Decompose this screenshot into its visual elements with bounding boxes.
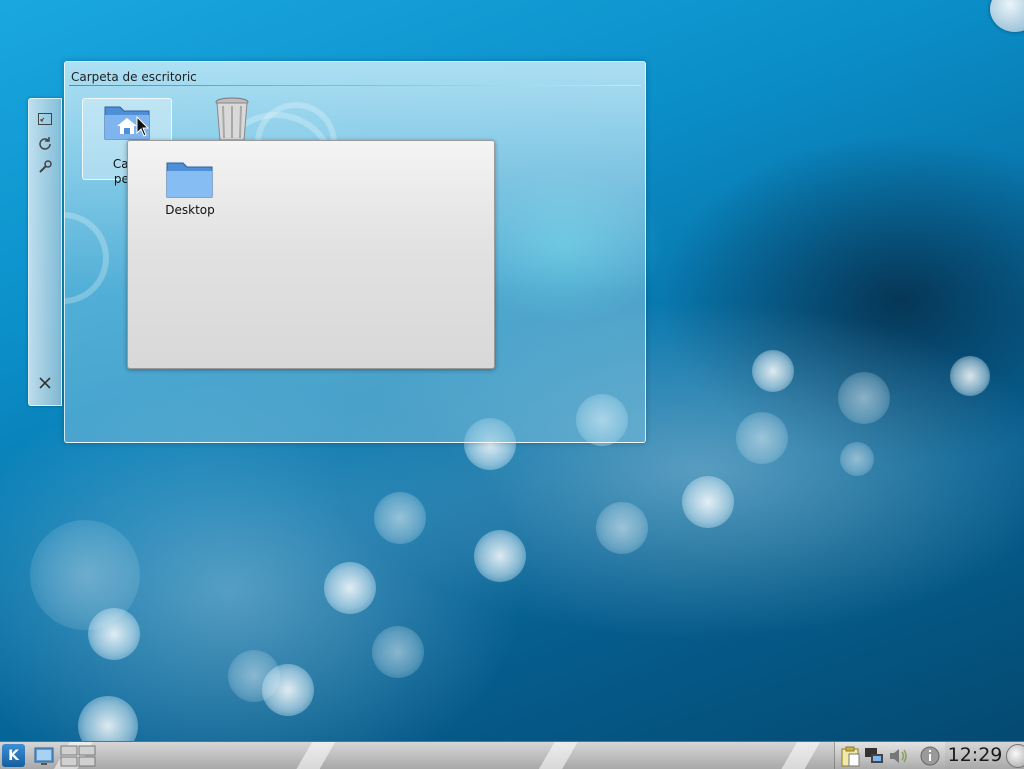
- folder-preview-popup: Desktop: [127, 140, 495, 369]
- clipboard-icon[interactable]: [839, 745, 861, 767]
- resize-icon[interactable]: [37, 111, 53, 127]
- application-launcher-button[interactable]: K: [2, 744, 25, 767]
- panel-toolbox-button[interactable]: [1006, 744, 1024, 768]
- folder-view-title: Carpeta de escritoric: [71, 70, 197, 84]
- volume-icon[interactable]: [887, 745, 909, 767]
- desktop-folder-label: Desktop: [165, 203, 215, 217]
- trash-item[interactable]: [212, 96, 252, 144]
- desktop-folder-item[interactable]: Desktop: [158, 159, 222, 217]
- folder-icon: [166, 162, 213, 198]
- title-divider: [69, 85, 641, 86]
- applet-handle[interactable]: [28, 98, 62, 406]
- kde-logo-icon: K: [8, 747, 19, 764]
- rotate-icon[interactable]: [37, 135, 53, 151]
- settings-wrench-icon[interactable]: [37, 159, 53, 175]
- system-tray: [834, 742, 945, 769]
- digital-clock[interactable]: 12:29: [946, 742, 1004, 769]
- info-icon[interactable]: [919, 745, 941, 767]
- trash-icon: [215, 97, 249, 141]
- mouse-cursor: [136, 116, 150, 137]
- desktop-toolbox-button[interactable]: [990, 0, 1024, 32]
- pager-icon[interactable]: [60, 745, 96, 767]
- close-icon[interactable]: [37, 375, 53, 391]
- taskbar-panel: K 12:29: [0, 741, 1024, 769]
- show-desktop-icon[interactable]: [33, 745, 55, 767]
- network-icon[interactable]: [863, 745, 885, 767]
